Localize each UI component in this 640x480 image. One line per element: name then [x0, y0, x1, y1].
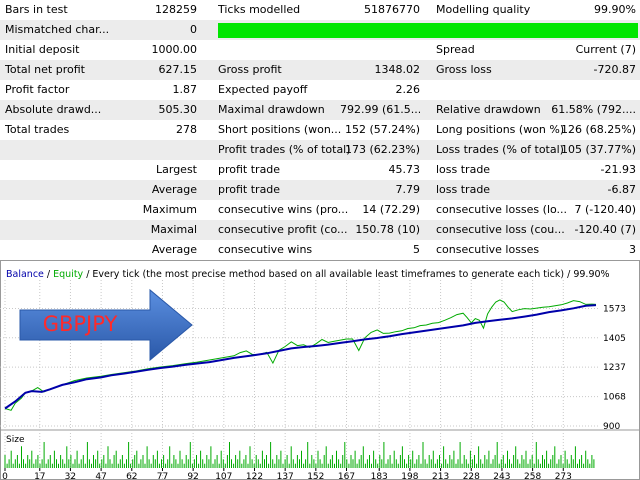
x-tick-label: 47 — [95, 472, 106, 480]
y-tick-label: 1405 — [603, 334, 626, 344]
legend-equity: Equity — [53, 269, 83, 280]
x-tick-label: 183 — [371, 472, 388, 480]
x-tick-label: 77 — [157, 472, 168, 480]
report-row: Profit trades (% of total) 173 (62.23%) Lo… — [0, 140, 640, 160]
report-cell: 7 (-120.40) — [574, 203, 636, 216]
report-row: Average profit trade 7.79 loss trade -6.87 — [0, 180, 640, 200]
report-cell: Largest — [156, 163, 197, 176]
report-row: Profit factor 1.87 Expected payoff 2.26 — [0, 80, 640, 100]
report-cell: 14 (72.29) — [362, 203, 420, 216]
report-cell: -120.40 (7) — [574, 223, 636, 236]
x-tick-label: 243 — [493, 472, 510, 480]
report-row: Average consecutive wins 5 consecutive loss… — [0, 240, 640, 260]
x-tick-label: 0 — [2, 472, 8, 480]
report-cell: 152 (57.24%) — [344, 123, 420, 136]
report-cell: 7.79 — [395, 183, 421, 196]
report-cell: 5 — [413, 243, 420, 256]
gbpjpy-arrow: GBPJPY — [19, 288, 193, 362]
report-cell: 61.58% (792.... — [551, 103, 636, 116]
x-tick-label: 122 — [246, 472, 263, 480]
report-cell: 128259 — [155, 3, 197, 16]
x-tick-label: 17 — [34, 472, 45, 480]
chart-frame — [0, 260, 640, 480]
report-cell: 3 — [629, 243, 636, 256]
report-cell: Maximal — [150, 223, 197, 236]
report-row: Bars in test 128259 Ticks modelled 51876770… — [0, 0, 640, 20]
arrow-text: GBPJPY — [43, 312, 118, 336]
y-tick-label: 1068 — [603, 393, 626, 403]
x-tick-label: 228 — [463, 472, 480, 480]
report-cell: 51876770 — [364, 3, 420, 16]
report-row: Maximum consecutive wins (pro... 14 (72.29… — [0, 200, 640, 220]
report-cell: 45.73 — [388, 163, 421, 176]
report-row: Total trades 278 Short positions (won... 15… — [0, 120, 640, 140]
x-tick-label: 213 — [432, 472, 449, 480]
report-cell: 126 (68.25%) — [560, 123, 636, 136]
legend-description: / Every tick (the most precise method ba… — [83, 269, 609, 280]
report-row: Absolute drawd... 505.30 Maximal drawdown 7… — [0, 100, 640, 120]
report-cell: 505.30 — [158, 103, 198, 116]
y-tick-label: 1237 — [603, 363, 626, 373]
legend-separator: / — [44, 269, 53, 280]
report-cell: 99.90% — [594, 3, 636, 16]
modelling-quality-bar — [218, 23, 638, 38]
x-tick-label: 167 — [338, 472, 355, 480]
report-row: Mismatched char... 0 — [0, 20, 640, 40]
x-tick-label: 107 — [215, 472, 232, 480]
report-table: Bars in test 128259 Ticks modelled 51876770… — [0, 0, 640, 260]
chart-legend: Balance / Equity / Every tick (the most … — [6, 269, 610, 280]
balance-chart: GBPJPY Balance / Equity / Every tick (th… — [0, 260, 640, 480]
x-tick-label: 273 — [555, 472, 572, 480]
report-cell: 173 (62.23%) — [344, 143, 420, 156]
y-tick-label: 1573 — [603, 304, 626, 314]
report-cell: -6.87 — [607, 183, 636, 196]
report-cell: 105 (37.77%) — [560, 143, 636, 156]
report-cell: Average — [151, 243, 197, 256]
balance-chart-panel: GBPJPY Balance / Equity / Every tick (th… — [0, 260, 640, 480]
size-label: Size — [6, 435, 25, 445]
report-row: Maximal consecutive profit (co... 150.78 (… — [0, 220, 640, 240]
report-row: Total net profit 627.15 Gross profit 1348.0… — [0, 60, 640, 80]
report-cell: Current (7) — [575, 43, 636, 56]
report-cell: Maximum — [142, 203, 197, 216]
x-tick-label: 198 — [401, 472, 418, 480]
report-cell: -21.93 — [600, 163, 636, 176]
report-cell: Average — [151, 183, 197, 196]
report-cell: 1348.02 — [374, 63, 421, 76]
report-cell: -720.87 — [593, 63, 636, 76]
report-row: Initial deposit 1000.00 Spread Current (7) — [0, 40, 640, 60]
report-cell: 2.26 — [395, 83, 421, 96]
report-cell: 278 — [176, 123, 197, 136]
report-cell: 1.87 — [172, 83, 198, 96]
report-cell: 0 — [190, 23, 197, 36]
legend-balance: Balance — [6, 269, 44, 280]
x-tick-label: 152 — [307, 472, 324, 480]
svg-text:Balance / Equity / Every tick: Balance / Equity / Every tick (the most … — [6, 269, 610, 280]
x-tick-label: 32 — [65, 472, 76, 480]
report-row: Largest profit trade 45.73 loss trade -21.93 — [0, 160, 640, 180]
x-tick-label: 92 — [187, 472, 198, 480]
report-cell: 1000.00 — [151, 43, 198, 56]
x-tick-label: 258 — [524, 472, 541, 480]
report-cell: 792.99 (61.5... — [340, 103, 420, 116]
y-tick-label: 900 — [603, 422, 620, 432]
report-cell: 150.78 (10) — [355, 223, 420, 236]
x-tick-label: 62 — [126, 472, 137, 480]
x-tick-label: 137 — [277, 472, 294, 480]
report-cell: 627.15 — [158, 63, 198, 76]
